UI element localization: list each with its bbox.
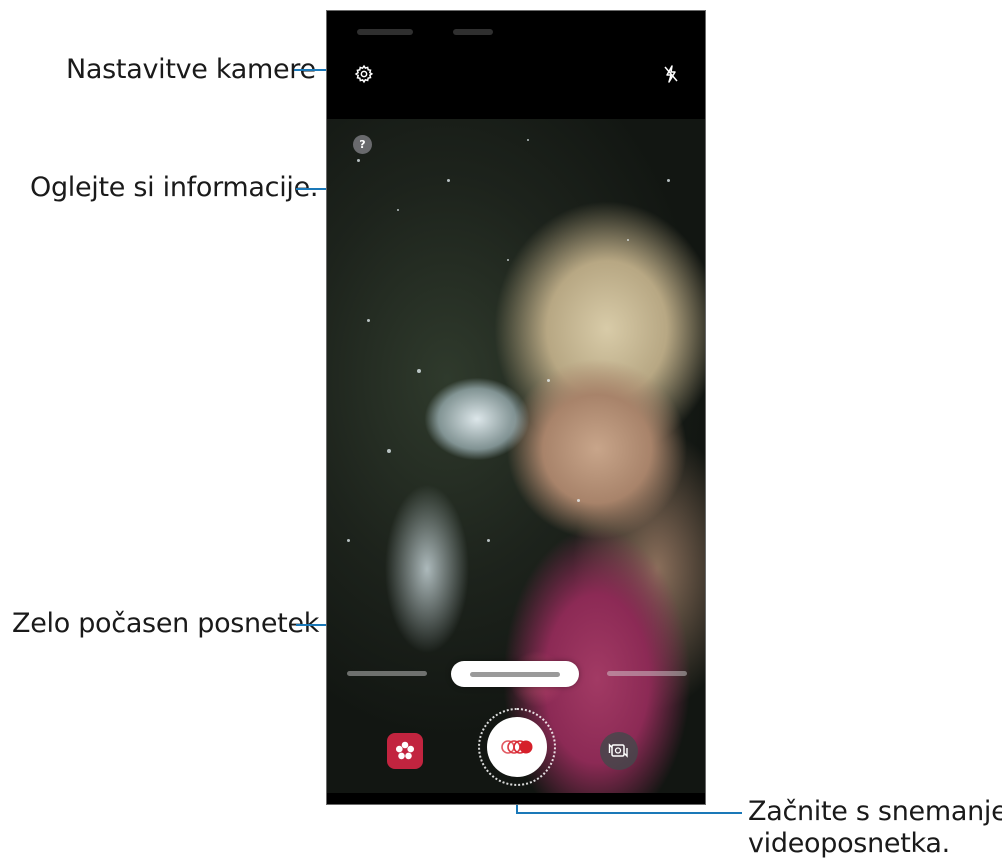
water-drop — [397, 209, 399, 211]
settings-button[interactable] — [351, 61, 377, 87]
flash-button[interactable] — [658, 61, 684, 87]
callout-view-info: Oglejte si informacije. — [30, 172, 319, 203]
switch-camera-icon — [608, 743, 628, 758]
flash-off-icon — [664, 65, 678, 83]
effects-button[interactable] — [387, 733, 423, 769]
mode-label-right-blurred — [607, 671, 687, 676]
callout-line-record — [516, 812, 742, 814]
water-drop — [487, 539, 490, 542]
mode-label-left-blurred — [347, 671, 427, 676]
water-drop — [447, 179, 450, 182]
help-button[interactable]: ? — [353, 135, 372, 154]
callout-start-recording-line2: videoposnetka. — [748, 828, 950, 859]
gear-icon — [354, 64, 374, 84]
water-drop — [347, 539, 350, 542]
water-drop — [627, 239, 629, 241]
flower-icon — [396, 741, 414, 760]
callout-camera-settings: Nastavitve kamere — [66, 54, 316, 85]
bottom-nav-area — [327, 793, 705, 804]
water-drop — [367, 319, 370, 322]
super-slow-mo-record-icon — [501, 740, 533, 754]
water-drop — [577, 499, 580, 502]
water-drop — [357, 159, 360, 162]
phone-screen: ? — [326, 10, 706, 805]
water-drop — [387, 449, 391, 453]
water-drop — [547, 379, 550, 382]
water-drop — [667, 179, 670, 182]
record-button[interactable] — [487, 717, 547, 777]
status-bar — [327, 11, 705, 53]
callout-super-slow-mo: Zelo počasen posnetek — [12, 608, 320, 639]
status-bar-blurred-left — [357, 29, 413, 35]
water-drop — [527, 139, 529, 141]
camera-viewfinder[interactable] — [327, 119, 705, 793]
water-drop — [417, 369, 421, 373]
status-bar-blurred-right — [453, 29, 493, 35]
camera-top-bar — [327, 53, 705, 119]
callout-start-recording-line1: Začnite s snemanjem — [748, 796, 1002, 827]
switch-camera-button[interactable] — [600, 732, 638, 770]
mode-pill-blurred-text — [470, 671, 560, 677]
water-drop — [507, 259, 509, 261]
super-slow-mo-mode-pill[interactable] — [451, 661, 579, 687]
